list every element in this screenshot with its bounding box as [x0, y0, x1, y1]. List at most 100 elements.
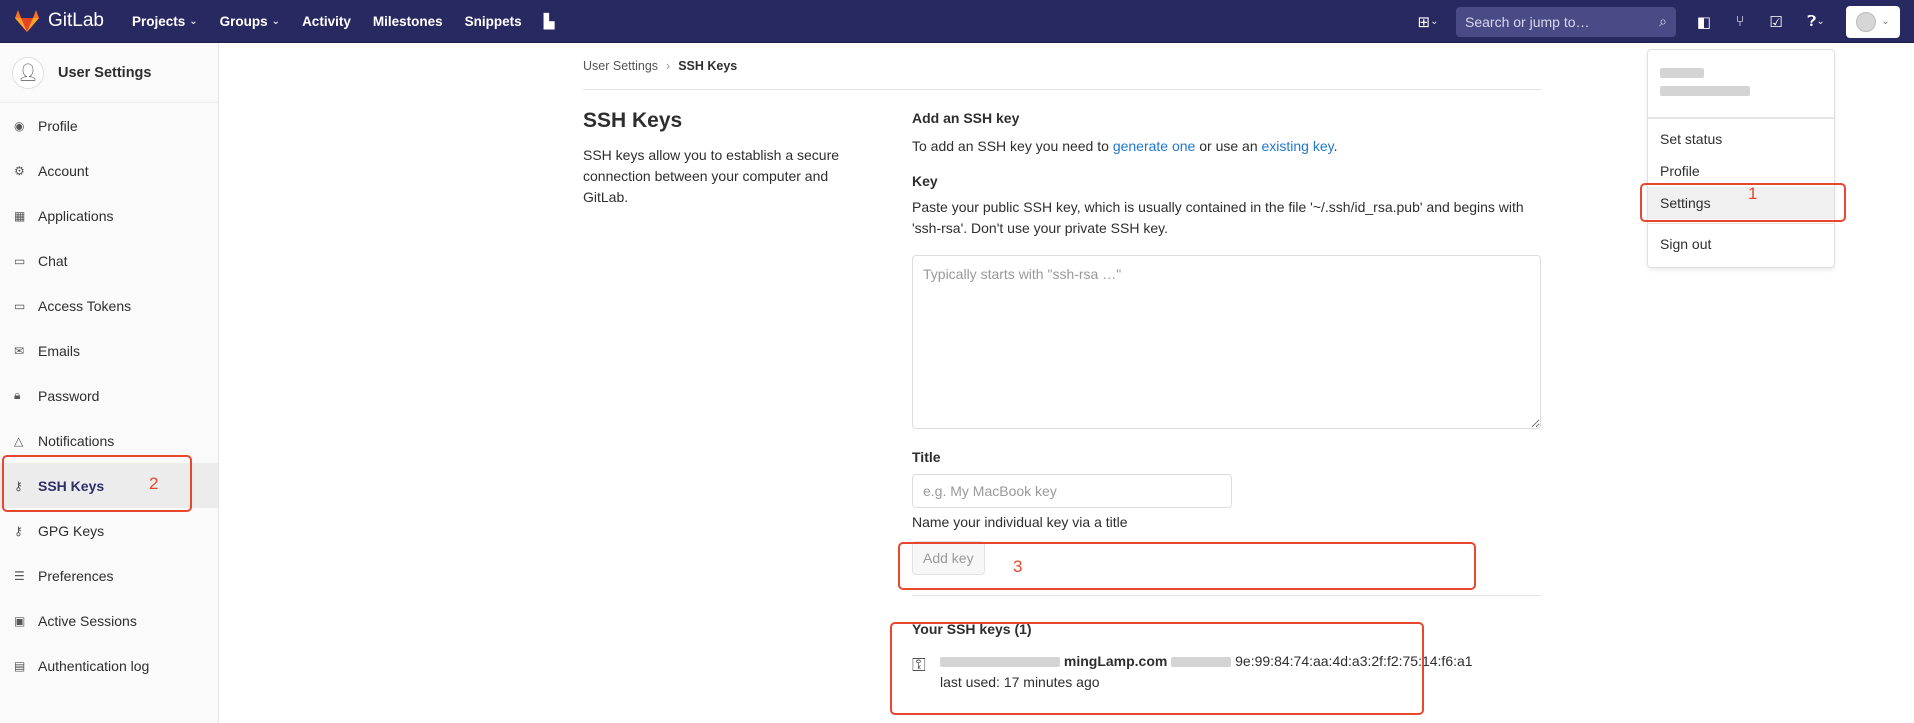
annotation-box-your-keys	[890, 622, 1424, 715]
generate-one-link[interactable]: generate one	[1113, 138, 1196, 154]
chat-icon: ▭	[14, 253, 26, 268]
main-content: User Settings › SSH Keys SSH Keys SSH ke…	[583, 43, 1541, 690]
sidebar-item-label: Emails	[38, 342, 81, 359]
nav-snippets[interactable]: Snippets	[465, 14, 522, 29]
sidebar-item-authentication-log[interactable]: ▤ Authentication log	[0, 643, 218, 688]
chevron-down-icon: ⌄	[1881, 16, 1890, 27]
page-description: SSH keys allow you to establish a secure…	[583, 147, 840, 205]
annotation-number-1: 1	[1748, 184, 1758, 203]
sidebar-item-label: Account	[38, 162, 89, 179]
sidebar-item-account[interactable]: ⚙ Account	[0, 148, 218, 193]
key-label: Key	[912, 173, 938, 189]
sliders-icon: ☰	[14, 568, 25, 583]
breadcrumb: User Settings › SSH Keys	[583, 43, 1541, 90]
sidebar-item-chat[interactable]: ▭ Chat	[0, 238, 218, 283]
key-icon: ⚷	[14, 523, 23, 538]
form-section-title: Add an SSH key	[912, 110, 1020, 126]
title-help: Name your individual key via a title	[912, 514, 1128, 530]
sidebar-item-label: Authentication log	[38, 657, 150, 674]
section-divider	[912, 595, 1541, 596]
user-icon: 👤︎	[12, 56, 44, 89]
nav-projects[interactable]: Projects ⌄	[132, 14, 198, 29]
email-icon: ✉	[14, 343, 25, 358]
gitlab-fox-icon	[15, 10, 39, 32]
nav-milestones[interactable]: Milestones	[373, 14, 443, 29]
title-input[interactable]	[912, 474, 1232, 508]
page-title: SSH Keys	[583, 109, 683, 132]
annotation-box-settings	[1640, 183, 1846, 222]
merge-request-icon[interactable]: ⑂	[1722, 0, 1758, 43]
sidebar-item-label: Applications	[38, 207, 114, 224]
sidebar-item-label: GPG Keys	[38, 522, 105, 539]
sidebar-item-label: Notifications	[38, 432, 115, 449]
profile-icon: ◉	[14, 118, 25, 133]
nav-projects-label: Projects	[131, 13, 186, 29]
breadcrumb-current: SSH Keys	[678, 59, 738, 73]
account-icon: ⚙	[14, 163, 25, 178]
sidebar-item-label: Active Sessions	[38, 612, 137, 629]
gitlab-logo[interactable]: GitLab	[14, 9, 104, 33]
dropdown-user-info[interactable]	[1648, 50, 1834, 118]
help-icon[interactable]: ❓︎ ⌄	[1794, 0, 1838, 43]
nav-groups-label: Groups	[219, 13, 268, 29]
search-placeholder: Search or jump to…	[1465, 13, 1590, 30]
sidebar-item-active-sessions[interactable]: ▣ Active Sessions	[0, 598, 218, 643]
monitor-icon: ▣	[14, 613, 26, 628]
sidebar-item-label: Chat	[38, 252, 68, 269]
chevron-down-icon: ⌄	[271, 15, 281, 27]
menu-divider	[1648, 118, 1834, 119]
nav-activity[interactable]: Activity	[302, 14, 351, 29]
existing-key-link[interactable]: existing key	[1262, 138, 1334, 154]
todo-check-icon[interactable]: ☑	[1758, 0, 1794, 43]
redacted-handle	[1660, 86, 1750, 96]
sidebar-item-password[interactable]: 🔒︎ Password	[0, 373, 218, 418]
token-icon: ▭	[14, 298, 26, 313]
lock-icon: 🔒︎	[14, 388, 21, 402]
log-icon: ▤	[14, 658, 26, 673]
bell-icon: △	[14, 433, 24, 448]
sidebar-item-profile[interactable]: ◉ Profile	[0, 103, 218, 148]
annotation-box-add-key	[898, 542, 1476, 590]
search-icon: ⌕	[1659, 13, 1667, 29]
menu-divider	[1648, 223, 1834, 224]
applications-icon: ▦	[14, 208, 26, 223]
key-textarea[interactable]	[912, 255, 1541, 429]
nav-groups[interactable]: Groups ⌄	[220, 14, 280, 29]
redacted-username	[1660, 68, 1704, 78]
sidebar-title: User Settings	[58, 64, 152, 81]
menu-set-status[interactable]: Set status	[1648, 123, 1834, 155]
form-intro: To add an SSH key you need to generate o…	[912, 136, 1541, 157]
sidebar-toggle-icon[interactable]: ◧	[1686, 0, 1722, 43]
breadcrumb-user-settings[interactable]: User Settings	[583, 59, 658, 73]
annotation-box-ssh-keys	[2, 455, 192, 512]
sidebar-item-preferences[interactable]: ☰ Preferences	[0, 553, 218, 598]
sidebar-item-access-tokens[interactable]: ▭ Access Tokens	[0, 283, 218, 328]
sidebar-item-emails[interactable]: ✉ Emails	[0, 328, 218, 373]
menu-sign-out[interactable]: Sign out	[1648, 228, 1834, 260]
add-ssh-key-form: Add an SSH key To add an SSH key you nee…	[912, 106, 1541, 693]
avatar	[1856, 11, 1877, 32]
annotation-number-3: 3	[1013, 557, 1023, 576]
key-help: Paste your public SSH key, which is usua…	[912, 199, 1524, 236]
brand-name: GitLab	[48, 10, 104, 31]
user-dropdown-menu: Set status Profile Settings Sign out	[1647, 49, 1835, 268]
sidebar-item-label: Access Tokens	[38, 297, 132, 314]
sidebar-item-label: Profile	[38, 117, 78, 134]
chevron-right-icon: ›	[666, 59, 671, 73]
form-intro-text: or use an	[1195, 138, 1262, 154]
plus-square-icon[interactable]: ⊞ ⌄	[1406, 0, 1450, 43]
chart-icon[interactable]: ▙	[544, 13, 555, 30]
chevron-down-icon: ⌄	[189, 15, 198, 27]
form-intro-text: To add an SSH key you need to	[912, 138, 1113, 154]
user-menu-button[interactable]: ⌄	[1846, 5, 1900, 38]
sidebar-item-gpg-keys[interactable]: ⚷ GPG Keys	[0, 508, 218, 553]
sidebar-item-label: Password	[38, 387, 100, 404]
annotation-number-2: 2	[149, 474, 159, 493]
settings-sidebar: 👤︎ User Settings ◉ Profile ⚙ Account ▦ Applic…	[0, 43, 219, 723]
title-label: Title	[912, 449, 941, 465]
form-intro-text: .	[1333, 138, 1338, 154]
sidebar-header[interactable]: 👤︎ User Settings	[0, 43, 218, 103]
top-navbar: GitLab Projects ⌄ Groups ⌄ Activity Milest…	[0, 0, 1914, 43]
sidebar-item-applications[interactable]: ▦ Applications	[0, 193, 218, 238]
search-input[interactable]: Search or jump to… ⌕	[1456, 6, 1676, 37]
